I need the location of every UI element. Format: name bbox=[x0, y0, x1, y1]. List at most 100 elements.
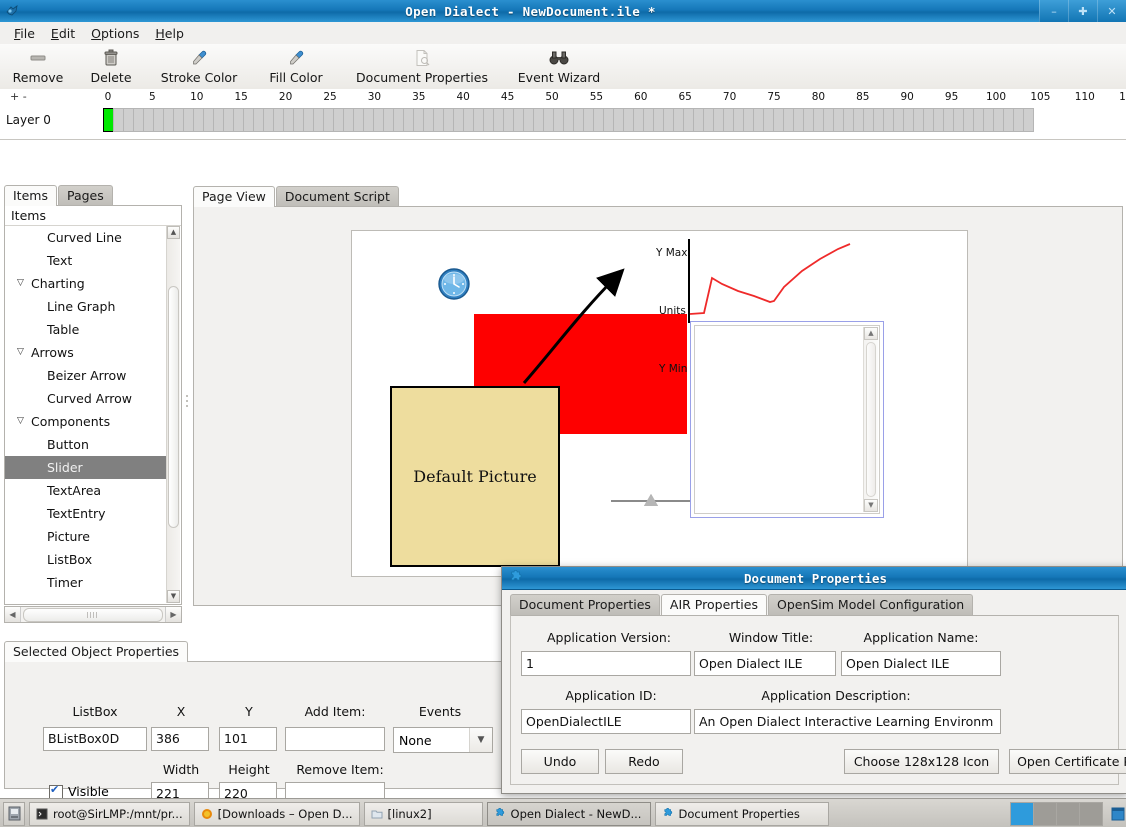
vscroll-thumb[interactable] bbox=[168, 286, 179, 528]
tree-item-listbox[interactable]: ListBox bbox=[5, 548, 167, 571]
tree-item-textarea[interactable]: TextArea bbox=[5, 479, 167, 502]
object-name-field[interactable]: BListBox0D bbox=[43, 727, 147, 751]
tree-item-charting[interactable]: ▽ Charting bbox=[5, 272, 167, 295]
scroll-left-icon[interactable]: ◀ bbox=[5, 607, 21, 622]
tree-item-curved-arrow[interactable]: Curved Arrow bbox=[5, 387, 167, 410]
tree-item-textentry[interactable]: TextEntry bbox=[5, 502, 167, 525]
window-title-field[interactable]: Open Dialect ILE bbox=[694, 651, 836, 676]
tab-document-properties[interactable]: Document Properties bbox=[510, 594, 660, 615]
menu-help[interactable]: Help bbox=[147, 24, 192, 43]
application-description-field[interactable]: An Open Dialect Interactive Learning Env… bbox=[694, 709, 1001, 734]
menu-file[interactable]: FFileile bbox=[6, 24, 43, 43]
toolbar-remove-button[interactable]: Remove bbox=[0, 44, 76, 85]
taskbar-item-firefox[interactable]: [Downloads – Open D... bbox=[193, 801, 360, 826]
workspace-pager[interactable] bbox=[1010, 801, 1103, 826]
toolbar-event-wizard-label: Event Wizard bbox=[517, 70, 601, 85]
slider-thumb[interactable] bbox=[644, 494, 658, 506]
application-id-field[interactable]: OpenDialectILE bbox=[521, 709, 691, 734]
workspace-page-4[interactable] bbox=[1080, 802, 1102, 825]
toolbar-event-wizard-button[interactable]: Event Wizard bbox=[504, 44, 614, 85]
launcher-icon[interactable] bbox=[3, 801, 25, 826]
tree-item-curved-line[interactable]: Curved Line bbox=[5, 226, 167, 249]
timeline-frame-92[interactable] bbox=[1023, 108, 1034, 132]
events-select[interactable]: None ▼ bbox=[393, 727, 493, 753]
chevron-down-icon[interactable]: ▽ bbox=[17, 272, 31, 295]
listbox-scroll-up-icon[interactable]: ▲ bbox=[864, 327, 878, 340]
listbox-vscrollbar[interactable]: ▲ ▼ bbox=[863, 327, 878, 512]
tree-item-slider[interactable]: Slider bbox=[5, 456, 167, 479]
minimize-button[interactable]: – bbox=[1039, 0, 1068, 22]
canvas-listbox[interactable]: ▲ ▼ bbox=[690, 321, 884, 518]
tree-item-beizer-arrow[interactable]: Beizer Arrow bbox=[5, 364, 167, 387]
chevron-down-icon[interactable]: ▼ bbox=[469, 728, 492, 752]
label-x: X bbox=[176, 704, 186, 719]
x-field[interactable]: 386 bbox=[151, 727, 209, 751]
taskbar: root@SirLMP:/mnt/pr... [Downloads – Open… bbox=[0, 798, 1126, 827]
visible-checkbox[interactable]: Visible bbox=[49, 783, 109, 799]
workspace-page-2[interactable] bbox=[1034, 802, 1057, 825]
taskbar-item-document-properties[interactable]: Document Properties bbox=[654, 801, 829, 826]
toolbar-delete-button[interactable]: Delete bbox=[76, 44, 146, 85]
canvas-slider[interactable] bbox=[611, 494, 693, 508]
label-add-item: Add Item: bbox=[304, 704, 366, 719]
items-tree-list[interactable]: Curved Line Text ▽ Charting Line Graph Table ▽… bbox=[5, 226, 167, 604]
menu-options[interactable]: Options bbox=[83, 24, 147, 43]
maximize-button[interactable]: ✚ bbox=[1068, 0, 1097, 22]
tree-item-button[interactable]: Button bbox=[5, 433, 167, 456]
scroll-down-icon[interactable]: ▼ bbox=[167, 590, 180, 603]
tab-opensim-model-configuration[interactable]: OpenSim Model Configuration bbox=[767, 594, 974, 615]
ruler-tick-115: 115 bbox=[1119, 91, 1126, 103]
minus-icon bbox=[27, 47, 49, 69]
timeline-add-remove-layer[interactable]: + - bbox=[10, 90, 27, 103]
tray-clipboard-icon[interactable] bbox=[1107, 803, 1126, 825]
add-item-field[interactable] bbox=[285, 727, 385, 751]
chevron-down-icon[interactable]: ▽ bbox=[17, 341, 31, 364]
tab-selected-object-properties[interactable]: Selected Object Properties bbox=[4, 641, 189, 662]
tree-item-line-graph[interactable]: Line Graph bbox=[5, 295, 167, 318]
toolbar: Remove Delete Stroke Color Fill Color Do… bbox=[0, 44, 1126, 90]
open-certificate-button[interactable]: Open Certificate P bbox=[1009, 749, 1126, 774]
panel-splitter[interactable] bbox=[184, 392, 190, 414]
toolbar-fill-color-button[interactable]: Fill Color bbox=[252, 44, 340, 85]
tree-item-timer[interactable]: Timer bbox=[5, 571, 167, 594]
application-name-field[interactable]: Open Dialect ILE bbox=[841, 651, 1001, 676]
document-properties-dialog[interactable]: Document Properties Document Properties … bbox=[501, 566, 1126, 794]
choose-icon-button[interactable]: Choose 128x128 Icon bbox=[844, 749, 999, 774]
canvas-default-picture[interactable]: Default Picture bbox=[390, 386, 560, 567]
hscroll-thumb[interactable] bbox=[23, 607, 163, 622]
scroll-up-icon[interactable]: ▲ bbox=[167, 226, 180, 239]
listbox-scroll-down-icon[interactable]: ▼ bbox=[864, 499, 878, 512]
tree-item-components[interactable]: ▽ Components bbox=[5, 410, 167, 433]
items-tree-vscrollbar[interactable]: ▲ ▼ bbox=[166, 226, 180, 603]
tree-item-table[interactable]: Table bbox=[5, 318, 167, 341]
items-tree-hscrollbar[interactable]: ◀ ▶ bbox=[4, 606, 182, 623]
taskbar-item-linux2[interactable]: [linux2] bbox=[363, 801, 483, 826]
workspace-page-1[interactable] bbox=[1011, 802, 1034, 825]
tab-air-properties[interactable]: AIR Properties bbox=[660, 594, 767, 615]
page-canvas[interactable]: Y Max Units Y Min Default Picture ▲ ▼ bbox=[351, 230, 968, 577]
tab-items[interactable]: Items bbox=[4, 185, 57, 206]
redo-button[interactable]: Redo bbox=[605, 749, 683, 774]
layer-0-frames[interactable] bbox=[103, 108, 1034, 132]
canvas-frame[interactable]: Y Max Units Y Min Default Picture ▲ ▼ bbox=[193, 206, 1123, 606]
chevron-down-icon[interactable]: ▽ bbox=[17, 410, 31, 433]
tab-document-script[interactable]: Document Script bbox=[275, 186, 399, 207]
toolbar-stroke-color-button[interactable]: Stroke Color bbox=[146, 44, 252, 85]
close-button[interactable]: ✕ bbox=[1097, 0, 1126, 22]
tree-item-text[interactable]: Text bbox=[5, 249, 167, 272]
canvas-timer-clock[interactable] bbox=[437, 267, 471, 301]
listbox-scroll-thumb[interactable] bbox=[866, 342, 876, 497]
toolbar-document-properties-button[interactable]: Document Properties bbox=[340, 44, 504, 85]
taskbar-item-open-dialect[interactable]: Open Dialect - NewD... bbox=[486, 801, 651, 826]
workspace-page-3[interactable] bbox=[1057, 802, 1080, 825]
scroll-right-icon[interactable]: ▶ bbox=[165, 607, 181, 622]
tree-item-picture[interactable]: Picture bbox=[5, 525, 167, 548]
menu-edit[interactable]: Edit bbox=[43, 24, 83, 43]
application-version-field[interactable]: 1 bbox=[521, 651, 691, 676]
tab-page-view[interactable]: Page View bbox=[193, 186, 275, 207]
undo-button[interactable]: Undo bbox=[521, 749, 599, 774]
tree-item-arrows[interactable]: ▽ Arrows bbox=[5, 341, 167, 364]
taskbar-item-terminal[interactable]: root@SirLMP:/mnt/pr... bbox=[29, 801, 190, 826]
tab-pages[interactable]: Pages bbox=[57, 185, 113, 206]
y-field[interactable]: 101 bbox=[219, 727, 277, 751]
